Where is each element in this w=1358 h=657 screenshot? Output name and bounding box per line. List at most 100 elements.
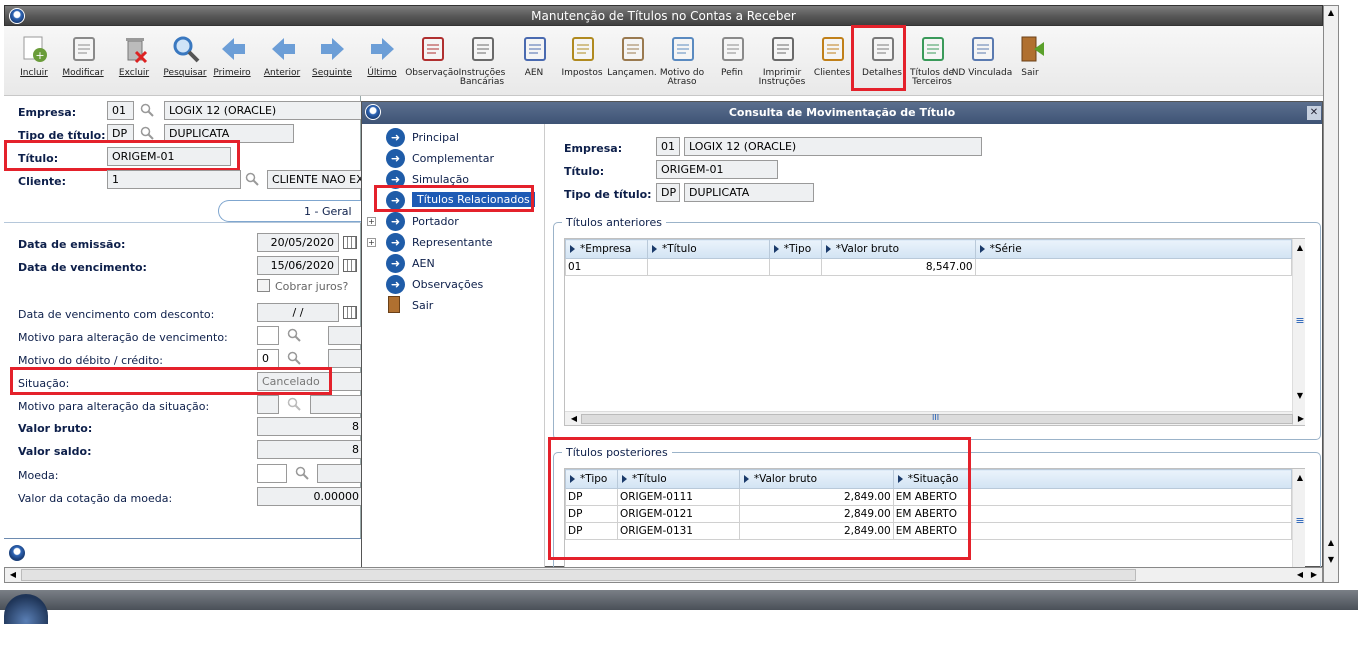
moeda-field[interactable] — [257, 464, 287, 483]
tree-item-sair[interactable]: Sair — [386, 296, 546, 316]
dlg-tipo-label: Tipo de título: — [564, 188, 652, 201]
scroll-up-icon[interactable]: ▲ — [1293, 471, 1307, 485]
empresa-code-field[interactable]: 01 — [107, 101, 134, 120]
scroll-up-icon[interactable]: ▲ — [1293, 241, 1307, 255]
toolbar-button-primeiro[interactable]: Primeiro — [206, 32, 258, 94]
toolbar-button-impostos[interactable]: Impostos — [556, 32, 608, 94]
tree-item-label: Principal — [412, 131, 459, 144]
cobrar-juros-checkbox[interactable] — [257, 279, 270, 292]
highlight-titulo — [4, 140, 240, 171]
toolbar-button-anterior[interactable]: Anterior — [256, 32, 308, 94]
scroll-thumb[interactable]: III — [581, 413, 1293, 424]
table-cell: 01 — [565, 258, 648, 276]
arrow-right-icon: ➜ — [386, 233, 405, 252]
sort-arrow-icon — [651, 245, 657, 253]
dialog-close-button[interactable]: ✕ — [1307, 106, 1321, 120]
scroll-up-icon[interactable]: ▲ — [1324, 536, 1338, 550]
delay-reason-icon — [668, 34, 698, 64]
cliente-lookup-icon[interactable] — [245, 172, 259, 186]
column-header[interactable]: *Valor bruto — [820, 239, 976, 259]
toolbar-button-instru-es-banc-rias[interactable]: Instruções Bancárias — [456, 32, 508, 94]
scroll-down-icon[interactable]: ▼ — [1293, 389, 1307, 403]
dlg-empresa-code: 01 — [656, 137, 680, 156]
column-header[interactable]: *Empresa — [565, 239, 648, 259]
tree-expand-icon[interactable]: + — [367, 217, 376, 226]
toolbar-button-imprimir-instru-es[interactable]: Imprimir Instruções — [756, 32, 808, 94]
exit-door-icon — [1016, 34, 1046, 64]
toolbar-button-incluir[interactable]: + Incluir — [8, 32, 60, 94]
vencimento-calendar-icon[interactable] — [343, 259, 357, 272]
table-row[interactable]: 01 8,547.00 — [565, 258, 1293, 276]
anteriores-vscroll[interactable]: ▲ ≡ ▼ — [1292, 239, 1305, 425]
toolbar-button-modificar[interactable]: Modificar — [57, 32, 109, 94]
main-vscroll[interactable]: ▲ ▲ ▼ — [1323, 5, 1339, 583]
tree-item-principal[interactable]: ➜ Principal — [386, 128, 546, 148]
scroll-up-icon[interactable]: ▲ — [1324, 6, 1338, 20]
tree-item-aen[interactable]: ➜ AEN — [386, 254, 546, 274]
anteriores-grid[interactable]: *Empresa *Título *Tipo *Valor bruto *Série 01… — [564, 238, 1305, 426]
empresa-lookup-icon[interactable] — [140, 103, 154, 117]
main-hscroll[interactable]: ◀ ◀ ▶ — [4, 567, 1323, 583]
emissao-calendar-icon[interactable] — [343, 236, 357, 249]
toolbar-button-aen[interactable]: AEN — [508, 32, 560, 94]
scroll-grip-icon[interactable]: ≡ — [1293, 514, 1307, 528]
tipo-lookup-icon[interactable] — [140, 126, 154, 140]
tree-item-complementar[interactable]: ➜ Complementar — [386, 149, 546, 169]
valor-saldo-field: 8 — [257, 440, 364, 459]
toolbar-button-excluir[interactable]: Excluir — [108, 32, 160, 94]
emissao-label: Data de emissão: — [18, 238, 126, 251]
anteriores-hscroll[interactable]: ◀ III ▶ — [565, 411, 1304, 426]
sort-arrow-icon — [773, 245, 779, 253]
scroll-right-icon[interactable]: ▶ — [1307, 568, 1321, 582]
consulta-dialog: Consulta de Movimentação de Título ✕ ➜ Pr… — [361, 101, 1323, 569]
tree-expand-icon[interactable]: + — [367, 238, 376, 247]
scroll-down-icon[interactable]: ▼ — [1324, 553, 1338, 567]
scroll-right-icon[interactable]: ▶ — [1294, 412, 1308, 426]
first-arrow-icon — [218, 34, 248, 64]
scroll-left-icon[interactable]: ◀ — [1293, 568, 1307, 582]
toolbar-button-t-tulos-de-terceiros[interactable]: Títulos de Terceiros — [906, 32, 958, 94]
scroll-left-icon[interactable]: ◀ — [6, 568, 20, 582]
exit-door-icon — [388, 296, 400, 313]
venc-desconto-calendar-icon[interactable] — [343, 306, 357, 319]
moeda-lookup-icon[interactable] — [295, 466, 309, 480]
tab-geral[interactable]: 1 - Geral — [218, 200, 364, 222]
status-logo-icon — [8, 544, 26, 562]
column-header[interactable]: *Título — [646, 239, 770, 259]
motivo-venc-lookup-icon[interactable] — [287, 328, 301, 342]
venc-desconto-label: Data de vencimento com desconto: — [18, 308, 215, 321]
motivo-situacao-lookup-icon[interactable] — [287, 397, 301, 411]
toolbar-button-nd-vinculada[interactable]: ND Vinculada — [952, 32, 1012, 94]
motivo-situacao-field[interactable] — [257, 395, 279, 414]
tree-item-label: Sair — [412, 299, 434, 312]
entry-icon — [618, 34, 648, 64]
posteriores-vscroll[interactable]: ▲ ≡ — [1292, 469, 1305, 569]
arrow-right-icon: ➜ — [386, 128, 405, 147]
scroll-left-icon[interactable]: ◀ — [567, 412, 581, 426]
emissao-field[interactable]: 20/05/2020 — [257, 233, 339, 252]
tree-item-observa-es[interactable]: ➜ Observações — [386, 275, 546, 295]
toolbar: + Incluir Modificar Excluir Pesquisar Primeir… — [4, 26, 1323, 96]
grid-header-row: *Empresa *Título *Tipo *Valor bruto *Série — [565, 239, 1293, 259]
vencimento-label: Data de vencimento: — [18, 261, 147, 274]
toolbar-button--ltimo[interactable]: Último — [356, 32, 408, 94]
cliente-code-field[interactable]: 1 — [107, 170, 241, 189]
motivo-debito-field[interactable]: 0 — [257, 349, 279, 368]
motivo-debito-lookup-icon[interactable] — [287, 351, 301, 365]
tree-item-portador[interactable]: + ➜ Portador — [367, 212, 546, 232]
motivo-venc-field[interactable] — [257, 326, 279, 345]
toolbar-button-seguinte[interactable]: Seguinte — [306, 32, 358, 94]
trash-icon — [120, 34, 150, 64]
column-header[interactable]: *Tipo — [768, 239, 822, 259]
tree-item-representante[interactable]: + ➜ Representante — [367, 233, 546, 253]
motivo-venc-label: Motivo para alteração de vencimento: — [18, 331, 228, 344]
scroll-grip-icon[interactable]: ≡ — [1293, 314, 1307, 328]
toolbar-button-pesquisar[interactable]: Pesquisar — [159, 32, 211, 94]
motivo-venc-desc-field — [328, 326, 364, 345]
venc-desconto-field[interactable]: / / — [257, 303, 339, 322]
toolbar-button-sair[interactable]: Sair — [1004, 32, 1056, 94]
vencimento-field[interactable]: 15/06/2020 — [257, 256, 339, 275]
hscroll-thumb[interactable] — [21, 569, 1136, 581]
column-header[interactable]: *Série — [974, 239, 1293, 259]
toolbar-button-motivo-do-atraso[interactable]: Motivo do Atraso — [656, 32, 708, 94]
